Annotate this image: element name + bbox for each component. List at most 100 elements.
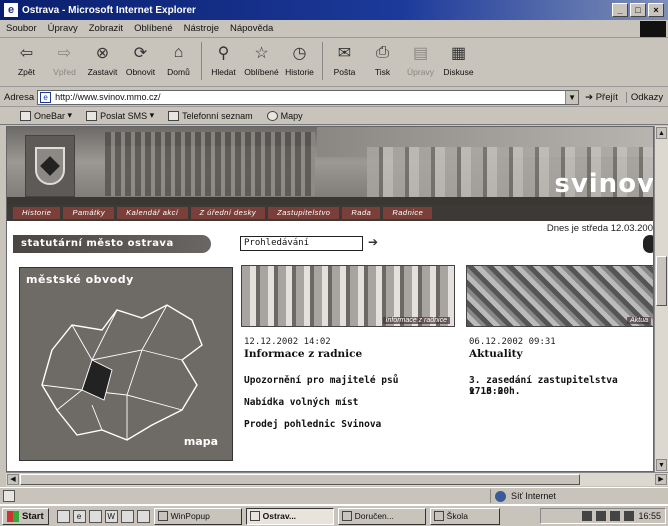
coat-of-arms[interactable]: [25, 135, 75, 197]
task-skola[interactable]: Škola: [429, 507, 500, 525]
map-label: mapa: [183, 435, 218, 448]
news-link[interactable]: v 16:00h.: [469, 386, 520, 397]
quick-launch-app-icon[interactable]: [120, 509, 134, 523]
task-label: Ostrav...: [262, 511, 297, 521]
search-go-button[interactable]: ➔: [368, 235, 378, 249]
menu-help[interactable]: Nápověda: [230, 23, 273, 34]
scroll-up-icon[interactable]: ▲: [656, 127, 667, 139]
menu-view[interactable]: Zobrazit: [89, 23, 123, 34]
horizontal-scrollbar[interactable]: ◀ ▶: [6, 472, 668, 486]
news-photo-news[interactable]: Aktua: [466, 265, 653, 327]
toolbar-button-label: Oblíbené: [244, 67, 279, 77]
minimize-button[interactable]: _: [612, 3, 628, 17]
toolbar-button[interactable]: ⌂ Domů: [160, 42, 197, 77]
task-inbox[interactable]: Doručen...: [337, 507, 426, 525]
news-link[interactable]: Nabídka volných míst: [244, 397, 358, 408]
menu-edit[interactable]: Úpravy: [48, 23, 78, 34]
maximize-button[interactable]: □: [630, 3, 646, 17]
news-photo-caption: Informace z radnice: [382, 317, 450, 324]
toolbar-button[interactable]: ✉ Pošta: [326, 42, 363, 77]
links-button[interactable]: Odkazy: [625, 91, 663, 103]
toolbar-button[interactable]: ◷ Historie: [281, 42, 318, 77]
quick-launch-desktop-icon[interactable]: [56, 509, 70, 523]
link-phone-directory[interactable]: Telefonní seznam: [168, 110, 253, 121]
search-input[interactable]: Prohledávání: [240, 236, 363, 251]
toolbar-button[interactable]: ⇨ Vpřed: [46, 42, 83, 77]
start-button[interactable]: Start: [2, 507, 49, 525]
toolbar-button[interactable]: ▤ Úpravy: [402, 42, 439, 77]
task-winpopup[interactable]: WinPopup: [153, 507, 242, 525]
toolbar-button[interactable]: ▦ Diskuse: [440, 42, 477, 77]
toolbar-button-label: Domů: [167, 67, 190, 77]
menu-favorites[interactable]: Oblíbené: [134, 23, 173, 34]
speaker-icon[interactable]: [624, 511, 635, 521]
globe-icon: [495, 490, 506, 502]
zone-label: Síť Internet: [511, 491, 556, 501]
task-label: Škola: [446, 511, 468, 521]
horizontal-scroll-thumb[interactable]: [20, 474, 580, 485]
onebar-icon: [20, 110, 31, 121]
toolbar-separator: [322, 42, 323, 80]
discuss-icon: ▦: [450, 45, 467, 62]
nav-board[interactable]: Rada: [342, 207, 381, 219]
quick-launch-word-icon[interactable]: W: [104, 509, 118, 523]
toolbar-button[interactable]: ⟳ Obnovit: [122, 42, 159, 77]
link-maps[interactable]: Mapy: [266, 110, 303, 121]
toolbar-button-label: Zpět: [17, 67, 35, 77]
favorites-icon: ☆: [254, 45, 269, 62]
link-send-sms[interactable]: Poslat SMS ▾: [86, 110, 154, 121]
tray-icon[interactable]: [610, 511, 621, 521]
news-link[interactable]: Upozornění pro majitelé psů: [244, 375, 398, 386]
page-icon: e: [40, 91, 52, 103]
clock[interactable]: 16:55: [638, 511, 661, 521]
toolbar-button[interactable]: ⊗ Zastavit: [84, 42, 121, 77]
close-button[interactable]: ×: [648, 3, 664, 17]
winpopup-icon: [157, 511, 168, 521]
main-nav: Historie Památky Kalendář akcí Z úřední …: [7, 205, 653, 221]
toolbar-button-label: Obnovit: [125, 67, 156, 77]
tray-icon[interactable]: [596, 511, 607, 521]
menu-file[interactable]: Soubor: [6, 23, 37, 34]
windows-logo-icon: [640, 21, 666, 37]
city-band-link[interactable]: statutární město ostrava: [13, 235, 211, 253]
toolbar-button[interactable]: ⚲ Hledat: [205, 42, 242, 77]
go-button[interactable]: ➔ Přejít: [585, 92, 618, 103]
news-photo-town-hall[interactable]: Informace z radnice: [241, 265, 455, 327]
nav-events-calendar[interactable]: Kalendář akcí: [117, 207, 188, 219]
nav-town-hall[interactable]: Radnice: [383, 207, 433, 219]
nav-official-board[interactable]: Z úřední desky: [190, 207, 266, 219]
web-page-viewport[interactable]: svinov Historie Památky Kalendář akcí Z …: [6, 126, 654, 472]
address-input[interactable]: e http://www.svinov.mmo.cz/ ▼: [37, 89, 580, 105]
nav-council[interactable]: Zastupitelstvo: [268, 207, 340, 219]
globe-icon: [266, 110, 278, 121]
ie-logo-icon: e: [4, 3, 18, 17]
phone-icon: [86, 110, 98, 121]
tray-icon[interactable]: [582, 511, 593, 521]
nav-history[interactable]: Historie: [13, 207, 61, 219]
news-link[interactable]: Prodej pohlednic Svinova: [244, 419, 381, 430]
security-zone: Síť Internet: [490, 489, 556, 503]
quick-launch-ie-icon[interactable]: e: [72, 509, 86, 523]
toolbar-button[interactable]: ⇦ Zpět: [8, 42, 45, 77]
menu-tools[interactable]: Nástroje: [184, 23, 219, 34]
news-title[interactable]: Informace z radnice: [244, 348, 362, 360]
quick-launch-app-icon[interactable]: [136, 509, 150, 523]
link-onebar[interactable]: OneBar ▾: [20, 110, 72, 121]
mail-icon: ✉: [337, 45, 352, 62]
task-ostrava[interactable]: Ostrav...: [245, 507, 334, 525]
nav-monuments[interactable]: Památky: [63, 207, 115, 219]
scroll-left-icon[interactable]: ◀: [7, 474, 19, 485]
quick-launch-mail-icon[interactable]: [88, 509, 102, 523]
vertical-scroll-thumb[interactable]: [656, 256, 667, 306]
toolbar-button[interactable]: ⎙ Tisk: [364, 42, 401, 77]
toolbar-button[interactable]: ☆ Oblíbené: [243, 42, 280, 77]
scroll-right-icon[interactable]: ▶: [655, 474, 667, 485]
news-title[interactable]: Aktuality: [469, 348, 523, 360]
scroll-down-icon[interactable]: ▼: [656, 459, 667, 471]
chevron-down-icon[interactable]: ▼: [565, 90, 579, 104]
vertical-scrollbar[interactable]: ▲ ▼: [654, 126, 668, 472]
window-title-bar[interactable]: e Ostrava - Microsoft Internet Explorer …: [0, 0, 668, 20]
districts-map[interactable]: městské obvody mapa: [19, 267, 233, 461]
task-label: Doručen...: [354, 511, 394, 521]
taskbar: Start e W WinPopup Ostrav... Doručen... …: [0, 504, 668, 526]
